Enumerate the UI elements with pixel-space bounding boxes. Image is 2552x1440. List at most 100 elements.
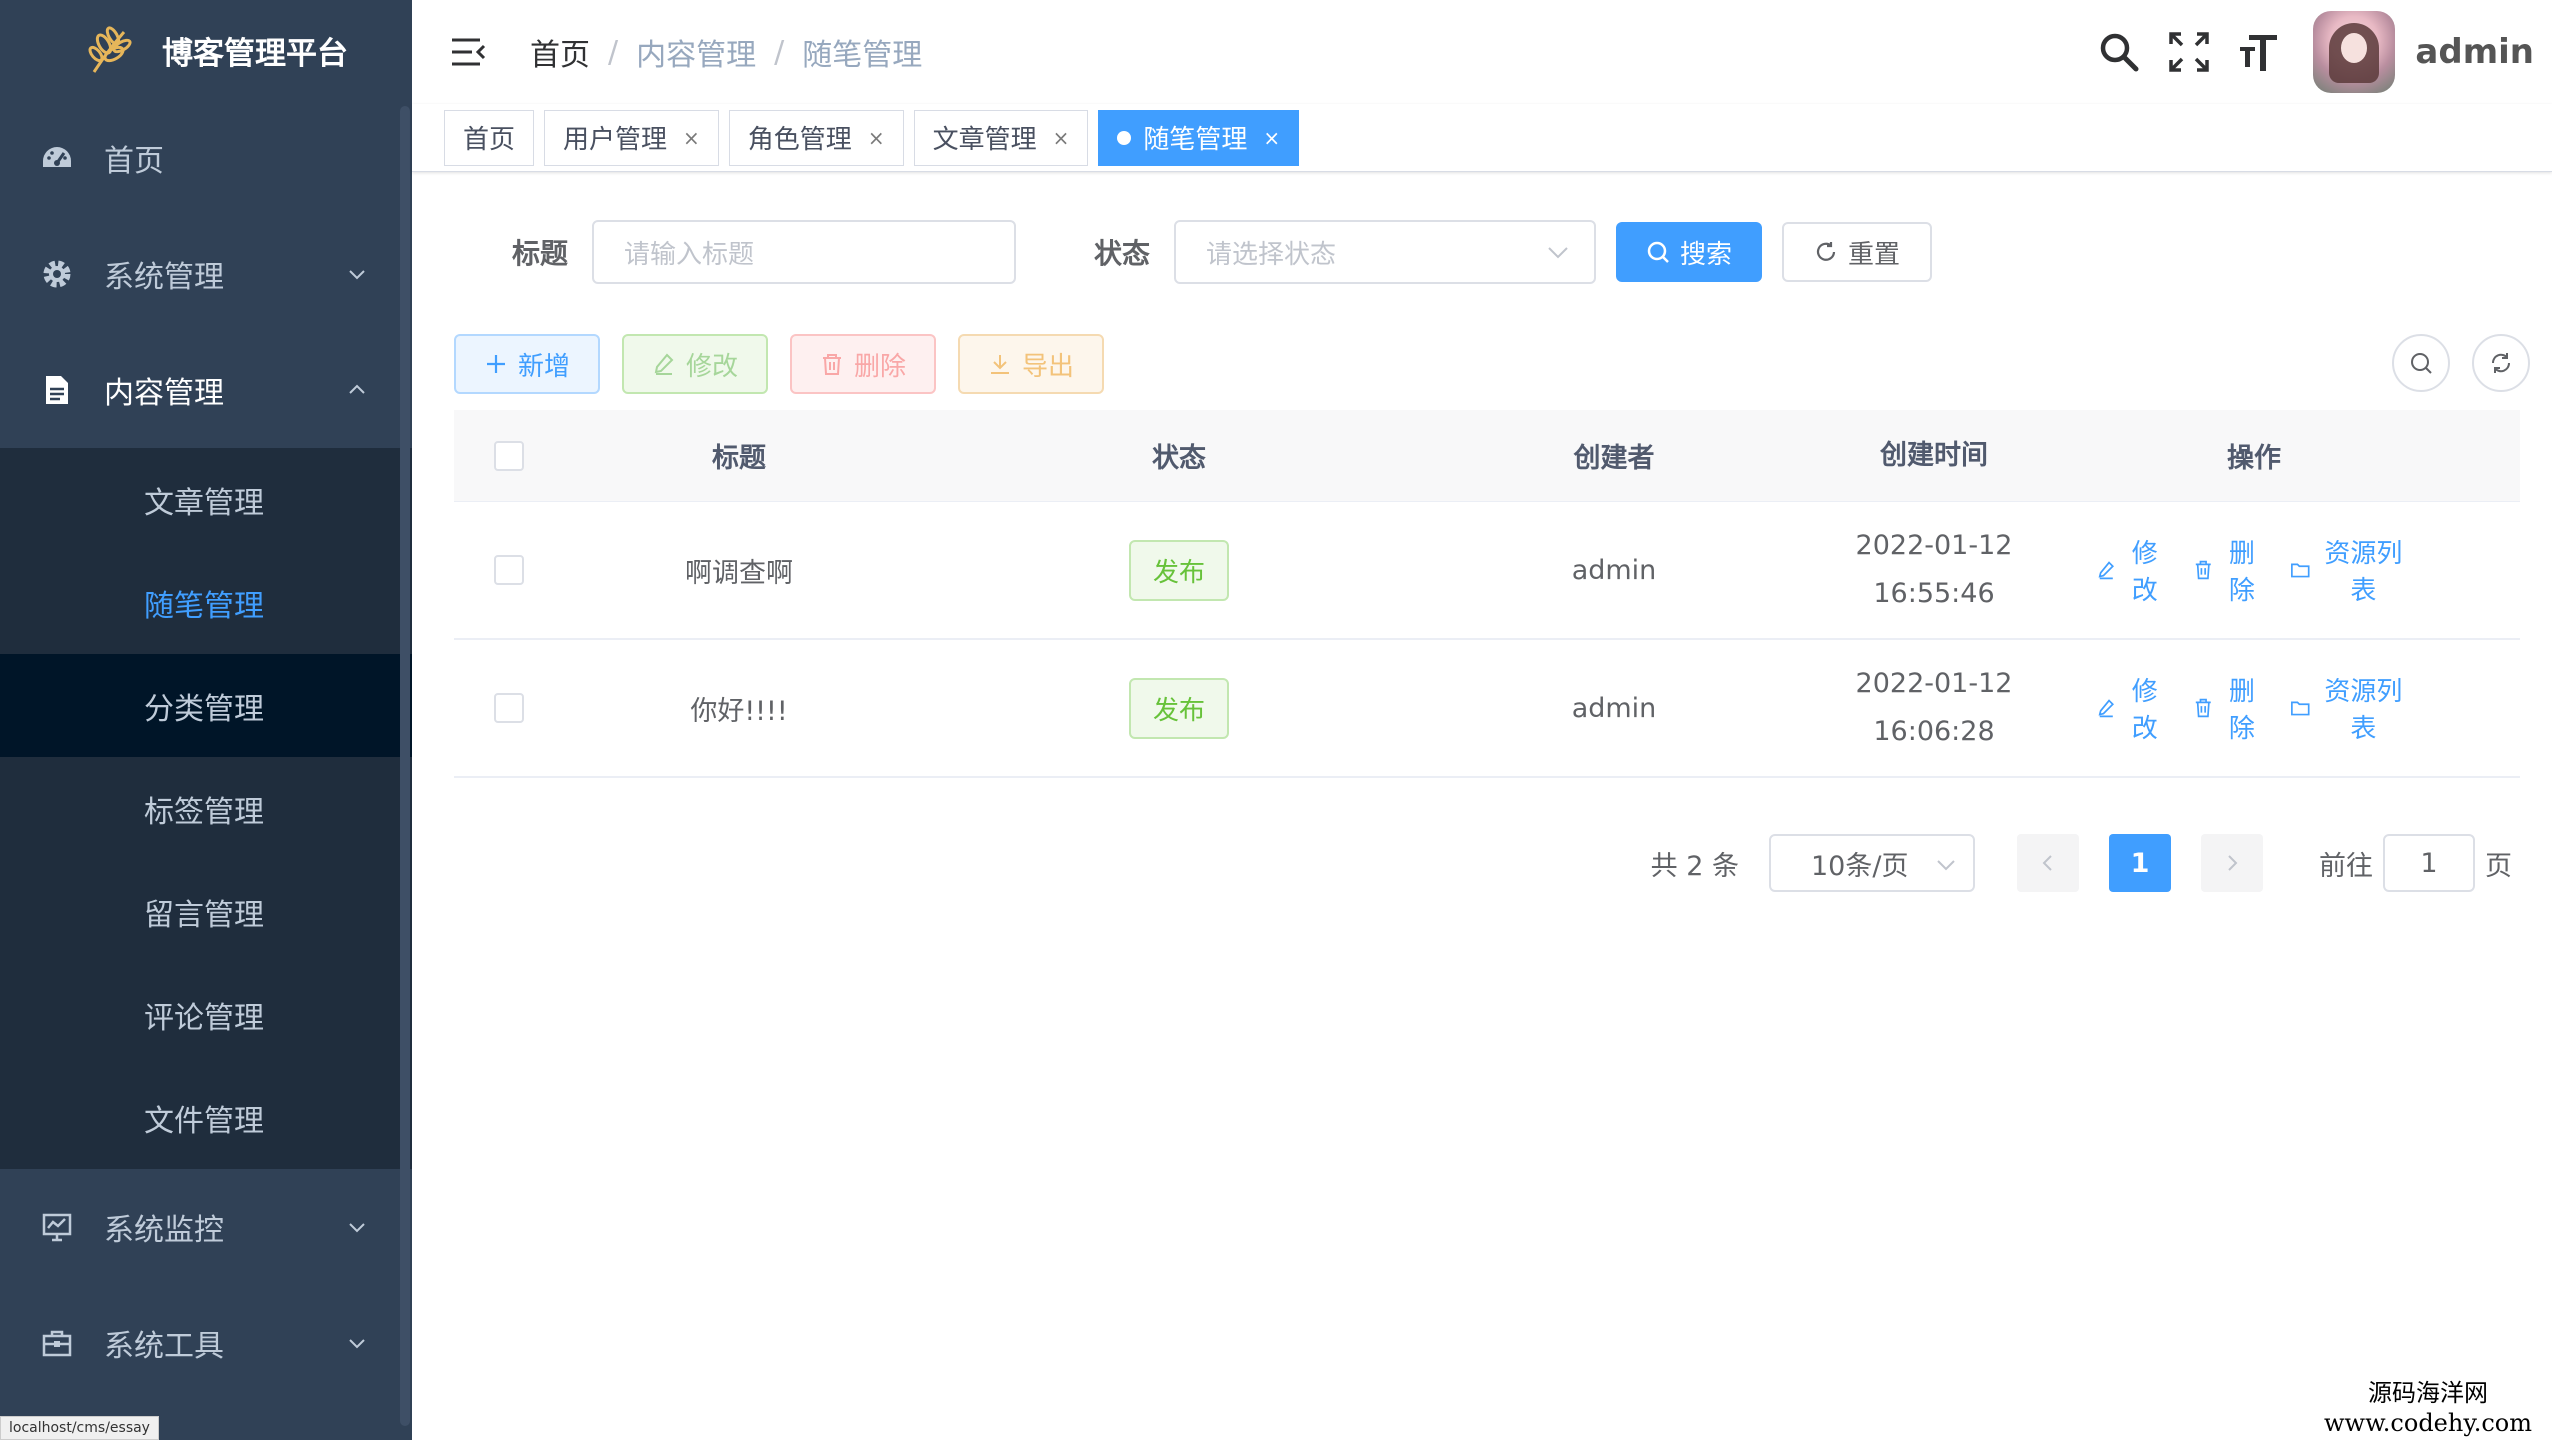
menu-label: 系统管理: [104, 260, 224, 295]
submenu-item-categories[interactable]: 分类管理: [0, 654, 412, 757]
search-icon[interactable]: [2097, 30, 2141, 74]
active-dot-icon: [1117, 130, 1132, 145]
row-title: 你好!!!!: [690, 695, 788, 727]
close-icon[interactable]: ×: [1053, 126, 1070, 150]
edit-link-label: 修改: [2131, 677, 2158, 744]
edit-icon: [654, 353, 674, 375]
page-size-select[interactable]: 10条/页: [1769, 834, 1975, 892]
download-icon: [991, 355, 1010, 374]
refresh-table-button[interactable]: [2472, 334, 2530, 392]
chevron-down-icon: [1548, 247, 1568, 259]
select-all-checkbox[interactable]: [494, 440, 524, 471]
tag-label: 随笔管理: [1143, 125, 1248, 155]
submenu-item-tags[interactable]: 标签管理: [0, 757, 412, 860]
menu-label: 内容管理: [104, 376, 224, 411]
submenu-label: 评论管理: [144, 1000, 264, 1036]
delete-link-label: 删除: [2228, 677, 2255, 744]
page-size-value: 10条/页: [1811, 850, 1909, 882]
header-creator: 创建者: [1573, 443, 1655, 474]
delete-button[interactable]: 删除: [790, 334, 937, 394]
monitor-icon: [42, 1213, 72, 1242]
table-row: 啊调查啊 发布 admin 2022-01-12 16:55:46 修改 删除 资…: [454, 502, 2520, 640]
reset-button[interactable]: 重置: [1782, 222, 1933, 282]
close-icon[interactable]: ×: [1263, 126, 1280, 150]
avatar[interactable]: [2313, 11, 2396, 93]
breadcrumb-home[interactable]: 首页: [530, 30, 590, 74]
tag-users[interactable]: 用户管理 ×: [544, 109, 719, 166]
row-resources-link[interactable]: 资源列表: [2290, 533, 2412, 607]
tag-essays[interactable]: 随笔管理 ×: [1098, 109, 1300, 166]
trash-icon: [2195, 560, 2211, 580]
chevron-left-icon: [2042, 855, 2052, 871]
tag-home[interactable]: 首页: [444, 109, 535, 166]
toolbox-icon: [42, 1330, 72, 1357]
status-badge: 发布: [1128, 677, 1229, 739]
menu-item-tools[interactable]: 系统工具: [0, 1285, 412, 1401]
row-edit-link[interactable]: 修改: [2096, 671, 2169, 745]
logo-title: 博客管理平台: [162, 35, 348, 72]
submenu-label: 标签管理: [144, 794, 264, 830]
menu-item-system[interactable]: 系统管理: [0, 216, 412, 332]
row-resources-link[interactable]: 资源列表: [2290, 671, 2412, 745]
export-button[interactable]: 导出: [958, 334, 1105, 394]
goto-page-input[interactable]: 1: [2383, 834, 2475, 892]
navbar: 首页 / 内容管理 / 随笔管理 admin: [412, 0, 2552, 104]
page-number-current[interactable]: 1: [2109, 834, 2171, 892]
chevron-down-icon: [349, 270, 365, 280]
tag-articles[interactable]: 文章管理 ×: [913, 109, 1089, 166]
row-delete-link[interactable]: 删除: [2193, 671, 2266, 745]
font-size-icon[interactable]: [2237, 30, 2281, 74]
hamburger-icon[interactable]: [446, 30, 490, 74]
sidebar-logo[interactable]: 博客管理平台: [0, 0, 412, 100]
close-icon[interactable]: ×: [868, 126, 885, 150]
menu-item-monitor[interactable]: 系统监控: [0, 1169, 412, 1285]
sidebar-scrollbar[interactable]: [400, 106, 410, 1426]
row-edit-link[interactable]: 修改: [2096, 533, 2169, 607]
folder-icon: [2291, 563, 2310, 578]
header-title: 标题: [712, 443, 766, 474]
tag-roles[interactable]: 角色管理 ×: [728, 109, 904, 166]
submenu-label: 随笔管理: [144, 588, 264, 624]
search-button[interactable]: 搜索: [1616, 222, 1763, 282]
row-checkbox[interactable]: [494, 555, 524, 585]
gear-icon: [43, 260, 71, 288]
close-icon[interactable]: ×: [683, 126, 700, 150]
prev-page-button[interactable]: [2017, 834, 2079, 892]
edit-button-label: 修改: [686, 351, 739, 382]
chevron-down-icon: [349, 1223, 365, 1233]
row-created: 2022-01-12 16:06:28: [1784, 660, 2084, 756]
edit-button[interactable]: 修改: [622, 334, 769, 394]
dashboard-icon: [43, 147, 71, 167]
fullscreen-icon[interactable]: [2167, 30, 2211, 74]
submenu-label: 文章管理: [144, 485, 264, 521]
row-delete-link[interactable]: 删除: [2193, 533, 2266, 607]
row-checkbox[interactable]: [494, 693, 524, 723]
browser-status-url: localhost/cms/essay: [0, 1416, 159, 1440]
submenu-item-messages[interactable]: 留言管理: [0, 860, 412, 963]
watermark-line2: www.codehy.com: [2324, 1409, 2532, 1437]
header-status: 状态: [1152, 443, 1206, 474]
next-page-button[interactable]: [2201, 834, 2263, 892]
menu-label: 首页: [104, 144, 164, 179]
row-creator: admin: [1571, 554, 1657, 586]
table-toolbar: 新增 修改 删除 导出: [454, 334, 1126, 394]
title-input[interactable]: 请输入标题: [592, 220, 1017, 284]
submenu-item-files[interactable]: 文件管理: [0, 1066, 412, 1169]
menu-item-home[interactable]: 首页: [0, 100, 412, 216]
add-button[interactable]: 新增: [454, 334, 601, 394]
submenu-item-articles[interactable]: 文章管理: [0, 448, 412, 551]
submenu-label: 分类管理: [144, 691, 264, 727]
search-icon: [2411, 353, 2432, 374]
resources-link-label: 资源列表: [2324, 539, 2403, 606]
submenu-item-essays[interactable]: 随笔管理: [0, 551, 412, 654]
breadcrumb: 首页 / 内容管理 / 随笔管理: [530, 30, 922, 74]
menu-item-content[interactable]: 内容管理: [0, 332, 412, 448]
page-suffix: 页: [2485, 850, 2512, 882]
row-creator: admin: [1571, 692, 1657, 724]
submenu-item-comments[interactable]: 评论管理: [0, 963, 412, 1066]
status-select[interactable]: 请选择状态: [1174, 220, 1597, 284]
goto-page-value: 1: [2420, 847, 2438, 879]
username[interactable]: admin: [2415, 32, 2534, 72]
row-date: 2022-01-12: [1855, 668, 2013, 699]
toggle-search-button[interactable]: [2392, 334, 2450, 392]
